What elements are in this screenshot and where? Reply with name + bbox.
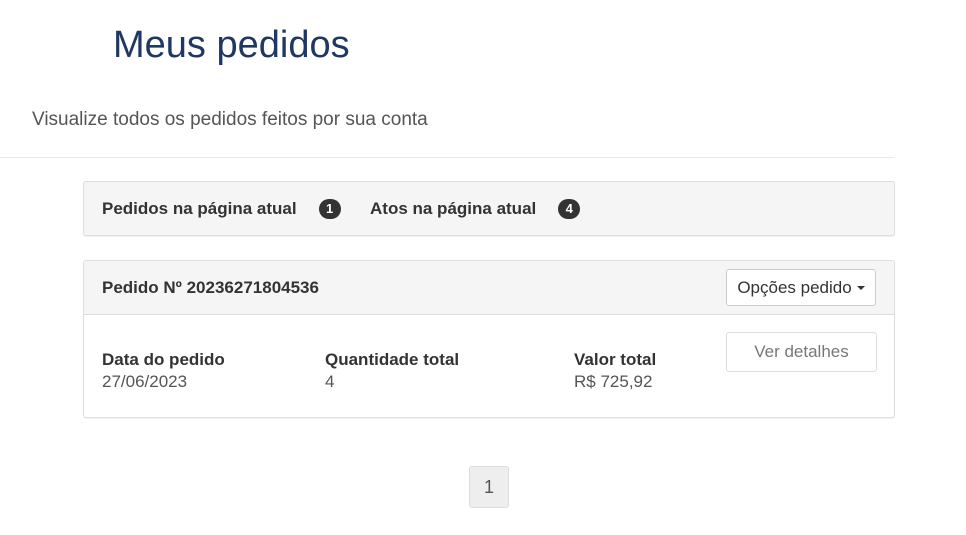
orders-on-page-summary: Pedidos na página atual 1 xyxy=(102,182,341,235)
order-header: Pedido Nº 20236271804536 Opções pedido xyxy=(84,261,894,315)
acts-on-page-summary: Atos na página atual 4 xyxy=(370,182,581,235)
order-card: Pedido Nº 20236271804536 Opções pedido D… xyxy=(83,260,895,418)
orders-count-badge: 1 xyxy=(318,198,341,219)
orders-on-page-label: Pedidos na página atual xyxy=(102,198,297,218)
order-options-label: Opções pedido xyxy=(737,277,852,297)
order-date-field: Data do pedido 27/06/2023 xyxy=(102,349,225,394)
order-number: Pedido Nº 20236271804536 xyxy=(102,278,319,297)
order-date-value: 27/06/2023 xyxy=(102,372,188,391)
page-summary-bar: Pedidos na página atual 1 Atos na página… xyxy=(83,181,895,236)
order-quantity-field: Quantidade total 4 xyxy=(325,349,459,394)
view-details-button[interactable]: Ver detalhes xyxy=(726,332,877,372)
order-total-value: R$ 725,92 xyxy=(574,372,653,391)
order-options-button[interactable]: Opções pedido xyxy=(726,269,876,306)
order-total-label: Valor total xyxy=(574,350,657,369)
acts-count-badge: 4 xyxy=(558,198,581,219)
header-divider xyxy=(0,157,895,158)
orders-page: Meus pedidos Visualize todos os pedidos … xyxy=(0,0,966,535)
page-subtitle: Visualize todos os pedidos feitos por su… xyxy=(32,109,428,130)
order-quantity-label: Quantidade total xyxy=(325,350,460,369)
page-title: Meus pedidos xyxy=(113,24,350,66)
acts-on-page-label: Atos na página atual xyxy=(370,198,537,218)
caret-down-icon xyxy=(856,285,865,290)
order-quantity-value: 4 xyxy=(325,372,335,391)
pagination-page-1[interactable]: 1 xyxy=(469,466,509,508)
order-total-field: Valor total R$ 725,92 xyxy=(574,349,656,394)
order-date-label: Data do pedido xyxy=(102,350,225,369)
